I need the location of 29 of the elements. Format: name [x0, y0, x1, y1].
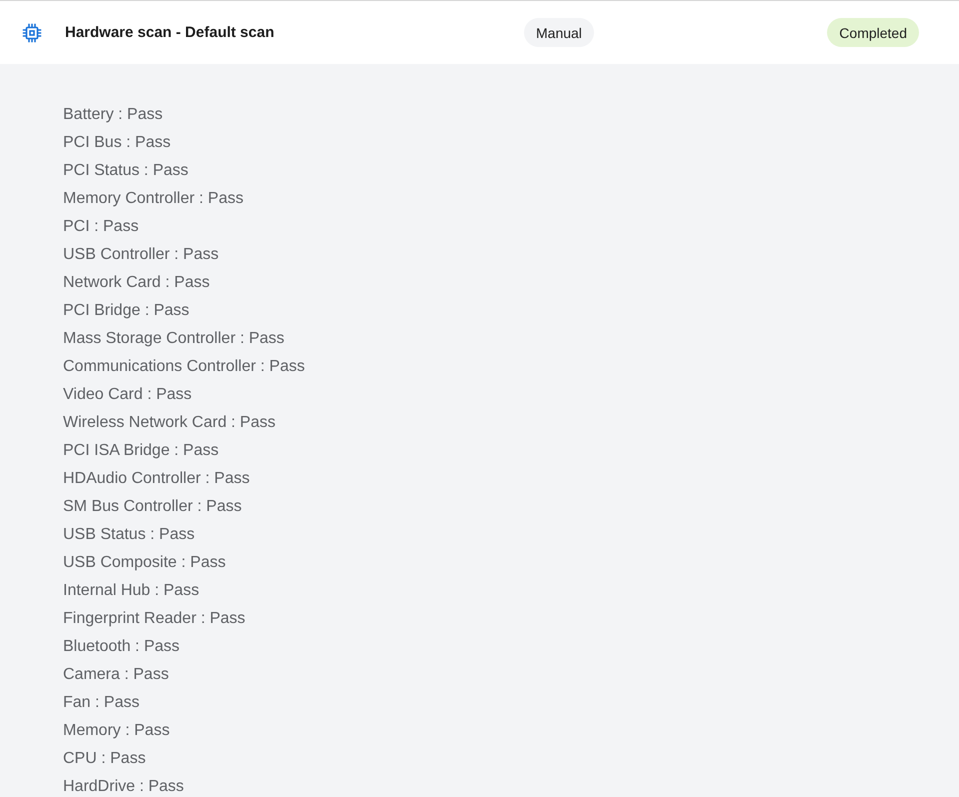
test-result: Wireless Network Card : Pass [63, 413, 276, 433]
test-result: Battery : Pass [63, 105, 163, 125]
test-result: HDAudio Controller : Pass [63, 469, 250, 489]
test-result: Bluetooth : Pass [63, 637, 180, 657]
test-result: PCI Bus : Pass [63, 133, 171, 153]
test-result: Fan : Pass [63, 693, 140, 713]
test-result: PCI Status : Pass [63, 161, 188, 181]
test-result: Video Card : Pass [63, 385, 192, 405]
test-result: USB Controller : Pass [63, 245, 219, 265]
test-result: USB Composite : Pass [63, 553, 226, 573]
status-badge: Completed [827, 18, 919, 47]
chip-icon [22, 22, 42, 42]
test-result: PCI Bridge : Pass [63, 301, 190, 321]
test-result: Mass Storage Controller : Pass [63, 329, 284, 349]
test-result: PCI : Pass [63, 217, 139, 237]
test-result: Camera : Pass [63, 665, 169, 685]
test-result: Memory Controller : Pass [63, 189, 244, 209]
test-result: SM Bus Controller : Pass [63, 497, 242, 517]
test-result: CPU : Pass [63, 749, 146, 769]
mode-badge: Manual [524, 18, 594, 47]
scan-title: Hardware scan - Default scan [65, 24, 274, 41]
test-result: USB Status : Pass [63, 525, 195, 545]
test-result: Network Card : Pass [63, 273, 210, 293]
test-result: HardDrive : Pass [63, 777, 184, 797]
test-result: PCI ISA Bridge : Pass [63, 441, 219, 461]
test-result: Memory : Pass [63, 721, 170, 741]
test-result: Communications Controller : Pass [63, 357, 305, 377]
test-result: Fingerprint Reader : Pass [63, 609, 246, 629]
test-result: Internal Hub : Pass [63, 581, 200, 601]
